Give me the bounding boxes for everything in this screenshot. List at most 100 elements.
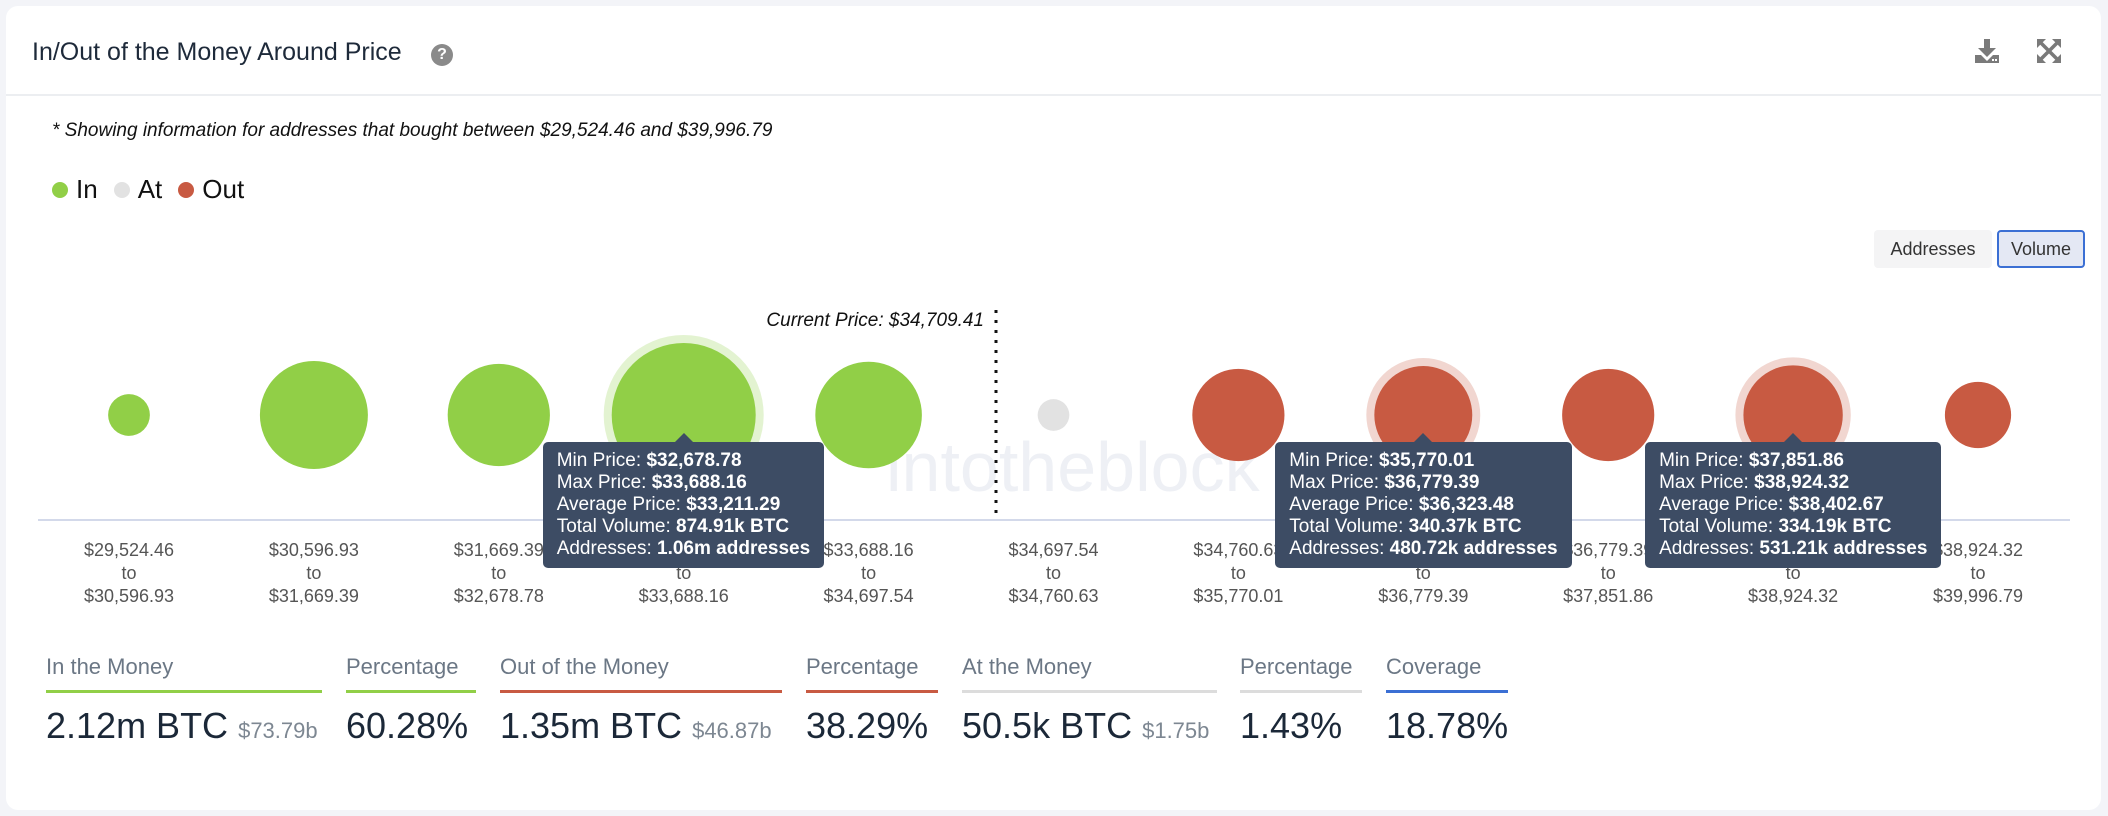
bubble-in <box>259 361 368 469</box>
stat-main-value: 38.29% <box>806 705 929 746</box>
tooltip-value: 334.19k BTC <box>1778 516 1892 537</box>
stat-label: Coverage <box>1386 654 1482 679</box>
stat-value: 38.29% <box>806 705 938 747</box>
tick-label-to: $30,596.93 <box>84 586 174 606</box>
stat-label: Percentage <box>806 654 919 679</box>
stat-value: 60.28% <box>346 705 476 747</box>
bubble-at <box>1037 399 1070 431</box>
tick-label-to: $38,924.32 <box>1748 586 1838 606</box>
tick-label-from: $29,524.46 <box>84 540 174 560</box>
tooltip-key: Max Price: <box>556 472 652 493</box>
tick-label-from: $33,688.16 <box>824 540 914 560</box>
stat-value: 2.12m BTC $73.79b <box>46 705 322 747</box>
tick-label-to: $34,697.54 <box>824 586 914 606</box>
tooltip-value: 1.06m addresses <box>657 538 811 559</box>
tooltip-value: $37,851.86 <box>1748 450 1844 471</box>
stat-coverage: Coverage 18.78% <box>1386 654 1508 747</box>
tick-label-separator: to <box>121 563 136 583</box>
tick-label-separator: to <box>1231 563 1246 583</box>
tooltip-key: Total Volume: <box>556 516 677 537</box>
bubble-in <box>108 394 150 436</box>
tooltip-value: 480.72k addresses <box>1389 538 1558 559</box>
stat-value: 18.78% <box>1386 705 1508 747</box>
tooltip-value: $38,402.67 <box>1788 494 1884 515</box>
tooltip-value: $36,779.39 <box>1384 472 1480 493</box>
tooltip-arrow <box>1783 433 1804 443</box>
stat-label: Percentage <box>1240 654 1353 679</box>
tooltip-line: Average Price: $38,402.67 <box>1659 494 1927 516</box>
tooltip-key: Max Price: <box>1289 472 1385 493</box>
tooltip-line: Min Price: $35,770.01 <box>1289 450 1557 472</box>
tooltip-arrow <box>1413 433 1434 443</box>
stat-value: 1.43% <box>1240 705 1362 747</box>
tooltip-value: 874.91k BTC <box>676 516 790 537</box>
stat-in-the-money: In the Money 2.12m BTC $73.79b <box>46 654 322 747</box>
stat-at-the-money: At the Money 50.5k BTC $1.75b <box>962 654 1217 747</box>
stat-main-value: 1.35m BTC <box>500 705 683 746</box>
tooltip-line: Average Price: $36,323.48 <box>1289 494 1557 516</box>
tooltip-value: $38,924.32 <box>1754 472 1850 493</box>
stat-value: 50.5k BTC $1.75b <box>962 705 1217 747</box>
stat-usd-value: $1.75b <box>1142 718 1210 743</box>
tick-label-to: $31,669.39 <box>269 586 359 606</box>
tooltip-value: 340.37k BTC <box>1408 516 1522 537</box>
tooltip-line: Max Price: $38,924.32 <box>1659 472 1927 494</box>
tooltip-key: Addresses: <box>1659 538 1760 559</box>
stat-usd-value: $46.87b <box>692 718 772 743</box>
bubble-tooltip: Min Price: $37,851.86 Max Price: $38,924.… <box>1645 433 1942 568</box>
stat-main-value: 1.43% <box>1240 705 1343 746</box>
tooltip-line: Total Volume: 340.37k BTC <box>1289 516 1557 538</box>
stat-underline <box>500 690 782 693</box>
tooltip-line: Average Price: $33,211.29 <box>557 494 811 516</box>
tooltip-key: Addresses: <box>556 538 658 559</box>
stat-percentage: Percentage 1.43% <box>1240 654 1362 747</box>
tooltip-arrow <box>673 433 694 443</box>
tooltip-value: $33,688.16 <box>651 472 747 493</box>
tooltip-key: Average Price: <box>556 494 687 515</box>
tick-label-from: $31,669.39 <box>454 540 544 560</box>
tooltip-line: Addresses: 1.06m addresses <box>557 538 811 560</box>
tooltip-key: Total Volume: <box>1659 516 1779 537</box>
stat-label: At the Money <box>962 654 1092 679</box>
tooltip-key: Addresses: <box>1289 538 1390 559</box>
bubble-out <box>1944 381 2012 449</box>
tooltip-key: Total Volume: <box>1289 516 1409 537</box>
stat-label: In the Money <box>46 654 174 679</box>
stat-usd-value: $73.79b <box>238 718 318 743</box>
tick-label-to: $33,688.16 <box>639 586 729 606</box>
bubble-out <box>1192 368 1285 462</box>
tick-label-to: $32,678.78 <box>454 586 544 606</box>
tick-label-separator: to <box>1046 563 1061 583</box>
tooltip-line: Max Price: $36,779.39 <box>1289 472 1557 494</box>
stat-underline <box>1240 690 1362 693</box>
tooltip-line: Max Price: $33,688.16 <box>557 472 811 494</box>
tick-label-to: $36,779.39 <box>1378 586 1468 606</box>
widget-card: In/Out of the Money Around Price ? * Sho… <box>6 6 2101 810</box>
stat-main-value: 60.28% <box>346 705 469 746</box>
stat-label: Out of the Money <box>500 654 669 679</box>
tooltip-key: Average Price: <box>1659 494 1789 515</box>
stat-label: Percentage <box>346 654 459 679</box>
tick-label-to: $39,996.79 <box>1933 586 2023 606</box>
tick-label-to: $35,770.01 <box>1193 586 1283 606</box>
bubble-tooltip: Min Price: $35,770.01 Max Price: $36,779.… <box>1275 433 1572 568</box>
tooltip-line: Min Price: $37,851.86 <box>1659 450 1927 472</box>
tooltip-line: Total Volume: 874.91k BTC <box>557 516 811 538</box>
tick-label-from: $30,596.93 <box>269 540 359 560</box>
tick-label-to: $34,760.63 <box>1008 586 1098 606</box>
tick-label-from: $34,697.54 <box>1008 540 1098 560</box>
tick-label-separator: to <box>306 563 321 583</box>
tick-label-separator: to <box>1601 563 1616 583</box>
tooltip-line: Min Price: $32,678.78 <box>557 450 811 472</box>
tooltip-key: Min Price: <box>1289 450 1380 471</box>
tooltip-value: $36,323.48 <box>1418 494 1514 515</box>
tooltip-value: $35,770.01 <box>1379 450 1475 471</box>
current-price-label: Current Price: $34,709.41 <box>766 310 984 331</box>
bubble-in <box>815 361 922 469</box>
stat-main-value: 2.12m BTC <box>46 705 229 746</box>
tooltip-line: Total Volume: 334.19k BTC <box>1659 516 1927 538</box>
tick-label-from: $38,924.32 <box>1933 540 2023 560</box>
stat-underline <box>46 690 322 693</box>
tooltip-value: $33,211.29 <box>686 494 781 515</box>
tooltip-value: $32,678.78 <box>646 450 742 471</box>
